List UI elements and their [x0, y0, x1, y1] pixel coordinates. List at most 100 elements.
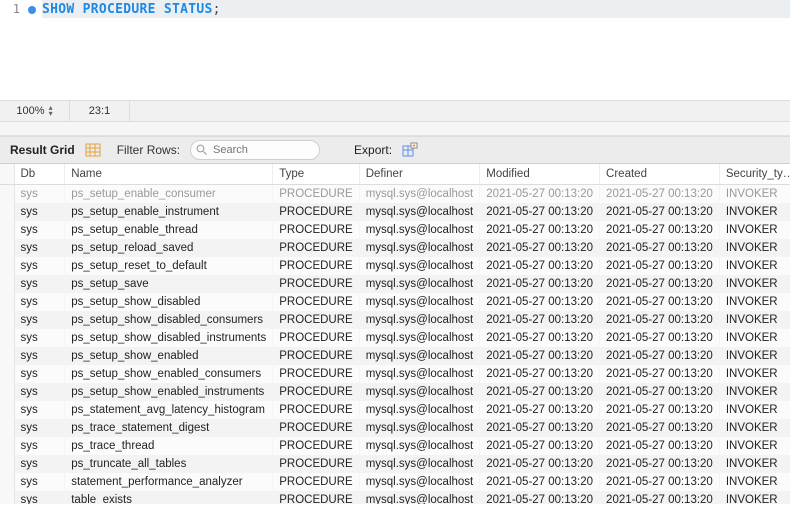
cell[interactable]: 2021-05-27 00:13:20 — [480, 311, 600, 329]
cell[interactable]: mysql.sys@localhost — [359, 455, 480, 473]
cell[interactable]: mysql.sys@localhost — [359, 347, 480, 365]
cell[interactable]: mysql.sys@localhost — [359, 185, 480, 204]
filter-search-input[interactable] — [190, 140, 320, 160]
cell[interactable]: 2021-05-27 00:13:20 — [480, 401, 600, 419]
table-row[interactable]: sysps_setup_reload_savedPROCEDUREmysql.s… — [0, 239, 790, 257]
cell[interactable]: 2021-05-27 00:13:20 — [480, 383, 600, 401]
cell[interactable]: 2021-05-27 00:13:20 — [600, 329, 720, 347]
cell[interactable]: mysql.sys@localhost — [359, 221, 480, 239]
stepper-icon[interactable]: ▴▾ — [49, 105, 53, 117]
cell[interactable]: PROCEDURE — [273, 185, 359, 204]
cell[interactable]: INVOKER — [719, 419, 790, 437]
cell[interactable]: ps_truncate_all_tables — [65, 455, 273, 473]
cell[interactable]: mysql.sys@localhost — [359, 383, 480, 401]
cell[interactable]: 2021-05-27 00:13:20 — [600, 383, 720, 401]
cell[interactable]: ps_setup_reset_to_default — [65, 257, 273, 275]
row-marker[interactable] — [0, 383, 14, 401]
row-marker[interactable] — [0, 401, 14, 419]
cell[interactable]: INVOKER — [719, 203, 790, 221]
table-row[interactable]: sysps_trace_threadPROCEDUREmysql.sys@loc… — [0, 437, 790, 455]
cell[interactable]: sys — [14, 383, 65, 401]
cell[interactable]: PROCEDURE — [273, 365, 359, 383]
row-marker[interactable] — [0, 311, 14, 329]
cell[interactable]: PROCEDURE — [273, 311, 359, 329]
cell[interactable]: 2021-05-27 00:13:20 — [600, 419, 720, 437]
cell[interactable]: table_exists — [65, 491, 273, 504]
cell[interactable]: 2021-05-27 00:13:20 — [480, 257, 600, 275]
cell[interactable]: sys — [14, 419, 65, 437]
cell[interactable]: 2021-05-27 00:13:20 — [600, 185, 720, 204]
cell[interactable]: 2021-05-27 00:13:20 — [480, 347, 600, 365]
cell[interactable]: PROCEDURE — [273, 239, 359, 257]
row-marker[interactable] — [0, 257, 14, 275]
cell[interactable]: INVOKER — [719, 473, 790, 491]
cell[interactable]: PROCEDURE — [273, 455, 359, 473]
table-row[interactable]: sysps_setup_enable_consumerPROCEDUREmysq… — [0, 185, 790, 204]
cell[interactable]: 2021-05-27 00:13:20 — [600, 491, 720, 504]
cell[interactable]: 2021-05-27 00:13:20 — [600, 347, 720, 365]
cell[interactable]: PROCEDURE — [273, 383, 359, 401]
cell[interactable]: 2021-05-27 00:13:20 — [480, 239, 600, 257]
cell[interactable]: ps_trace_statement_digest — [65, 419, 273, 437]
col-name[interactable]: Name — [65, 164, 273, 185]
table-row[interactable]: systable_existsPROCEDUREmysql.sys@localh… — [0, 491, 790, 504]
cell[interactable]: 2021-05-27 00:13:20 — [480, 293, 600, 311]
cell[interactable]: 2021-05-27 00:13:20 — [600, 203, 720, 221]
cell[interactable]: PROCEDURE — [273, 401, 359, 419]
cell[interactable]: PROCEDURE — [273, 275, 359, 293]
cell[interactable]: 2021-05-27 00:13:20 — [480, 185, 600, 204]
row-marker[interactable] — [0, 275, 14, 293]
cell[interactable]: 2021-05-27 00:13:20 — [600, 455, 720, 473]
table-row[interactable]: sysps_setup_show_enabled_consumersPROCED… — [0, 365, 790, 383]
cell[interactable]: ps_setup_reload_saved — [65, 239, 273, 257]
cell[interactable]: sys — [14, 365, 65, 383]
table-row[interactable]: sysps_setup_show_disabled_consumersPROCE… — [0, 311, 790, 329]
cell[interactable]: INVOKER — [719, 239, 790, 257]
cell[interactable]: sys — [14, 293, 65, 311]
cell[interactable]: sys — [14, 203, 65, 221]
breakpoint-dot-icon[interactable] — [28, 6, 36, 14]
cell[interactable]: PROCEDURE — [273, 257, 359, 275]
table-row[interactable]: sysps_trace_statement_digestPROCEDUREmys… — [0, 419, 790, 437]
cell[interactable]: sys — [14, 329, 65, 347]
cell[interactable]: ps_setup_save — [65, 275, 273, 293]
col-modified[interactable]: Modified — [480, 164, 600, 185]
cell[interactable]: mysql.sys@localhost — [359, 293, 480, 311]
cell[interactable]: sys — [14, 257, 65, 275]
row-marker[interactable] — [0, 185, 14, 204]
cell[interactable]: 2021-05-27 00:13:20 — [600, 311, 720, 329]
row-marker[interactable] — [0, 365, 14, 383]
result-grid[interactable]: Db Name Type Definer Modified Created Se… — [0, 164, 790, 504]
cell[interactable]: sys — [14, 185, 65, 204]
cell[interactable]: 2021-05-27 00:13:20 — [480, 455, 600, 473]
col-created[interactable]: Created — [600, 164, 720, 185]
zoom-stepper[interactable]: 100% ▴▾ — [0, 101, 70, 121]
cell[interactable]: ps_statement_avg_latency_histogram — [65, 401, 273, 419]
cell[interactable]: 2021-05-27 00:13:20 — [480, 275, 600, 293]
cell[interactable]: PROCEDURE — [273, 293, 359, 311]
cell[interactable]: INVOKER — [719, 491, 790, 504]
row-marker[interactable] — [0, 347, 14, 365]
cell[interactable]: INVOKER — [719, 221, 790, 239]
sql-editor[interactable]: 1 SHOW PROCEDURE STATUS; — [0, 0, 790, 100]
cell[interactable]: 2021-05-27 00:13:20 — [480, 491, 600, 504]
cell[interactable]: 2021-05-27 00:13:20 — [600, 257, 720, 275]
cell[interactable]: sys — [14, 455, 65, 473]
cell[interactable]: 2021-05-27 00:13:20 — [480, 419, 600, 437]
row-marker[interactable] — [0, 437, 14, 455]
cell[interactable]: sys — [14, 401, 65, 419]
table-row[interactable]: sysstatement_performance_analyzerPROCEDU… — [0, 473, 790, 491]
cell[interactable]: 2021-05-27 00:13:20 — [600, 473, 720, 491]
row-marker[interactable] — [0, 491, 14, 504]
cell[interactable]: PROCEDURE — [273, 491, 359, 504]
cell[interactable]: mysql.sys@localhost — [359, 491, 480, 504]
cell[interactable]: 2021-05-27 00:13:20 — [480, 203, 600, 221]
cell[interactable]: PROCEDURE — [273, 473, 359, 491]
cell[interactable]: PROCEDURE — [273, 347, 359, 365]
cell[interactable]: INVOKER — [719, 293, 790, 311]
cell[interactable]: sys — [14, 221, 65, 239]
table-row[interactable]: sysps_setup_show_disabled_instrumentsPRO… — [0, 329, 790, 347]
cell[interactable]: ps_setup_enable_thread — [65, 221, 273, 239]
cell[interactable]: INVOKER — [719, 365, 790, 383]
col-db[interactable]: Db — [14, 164, 65, 185]
